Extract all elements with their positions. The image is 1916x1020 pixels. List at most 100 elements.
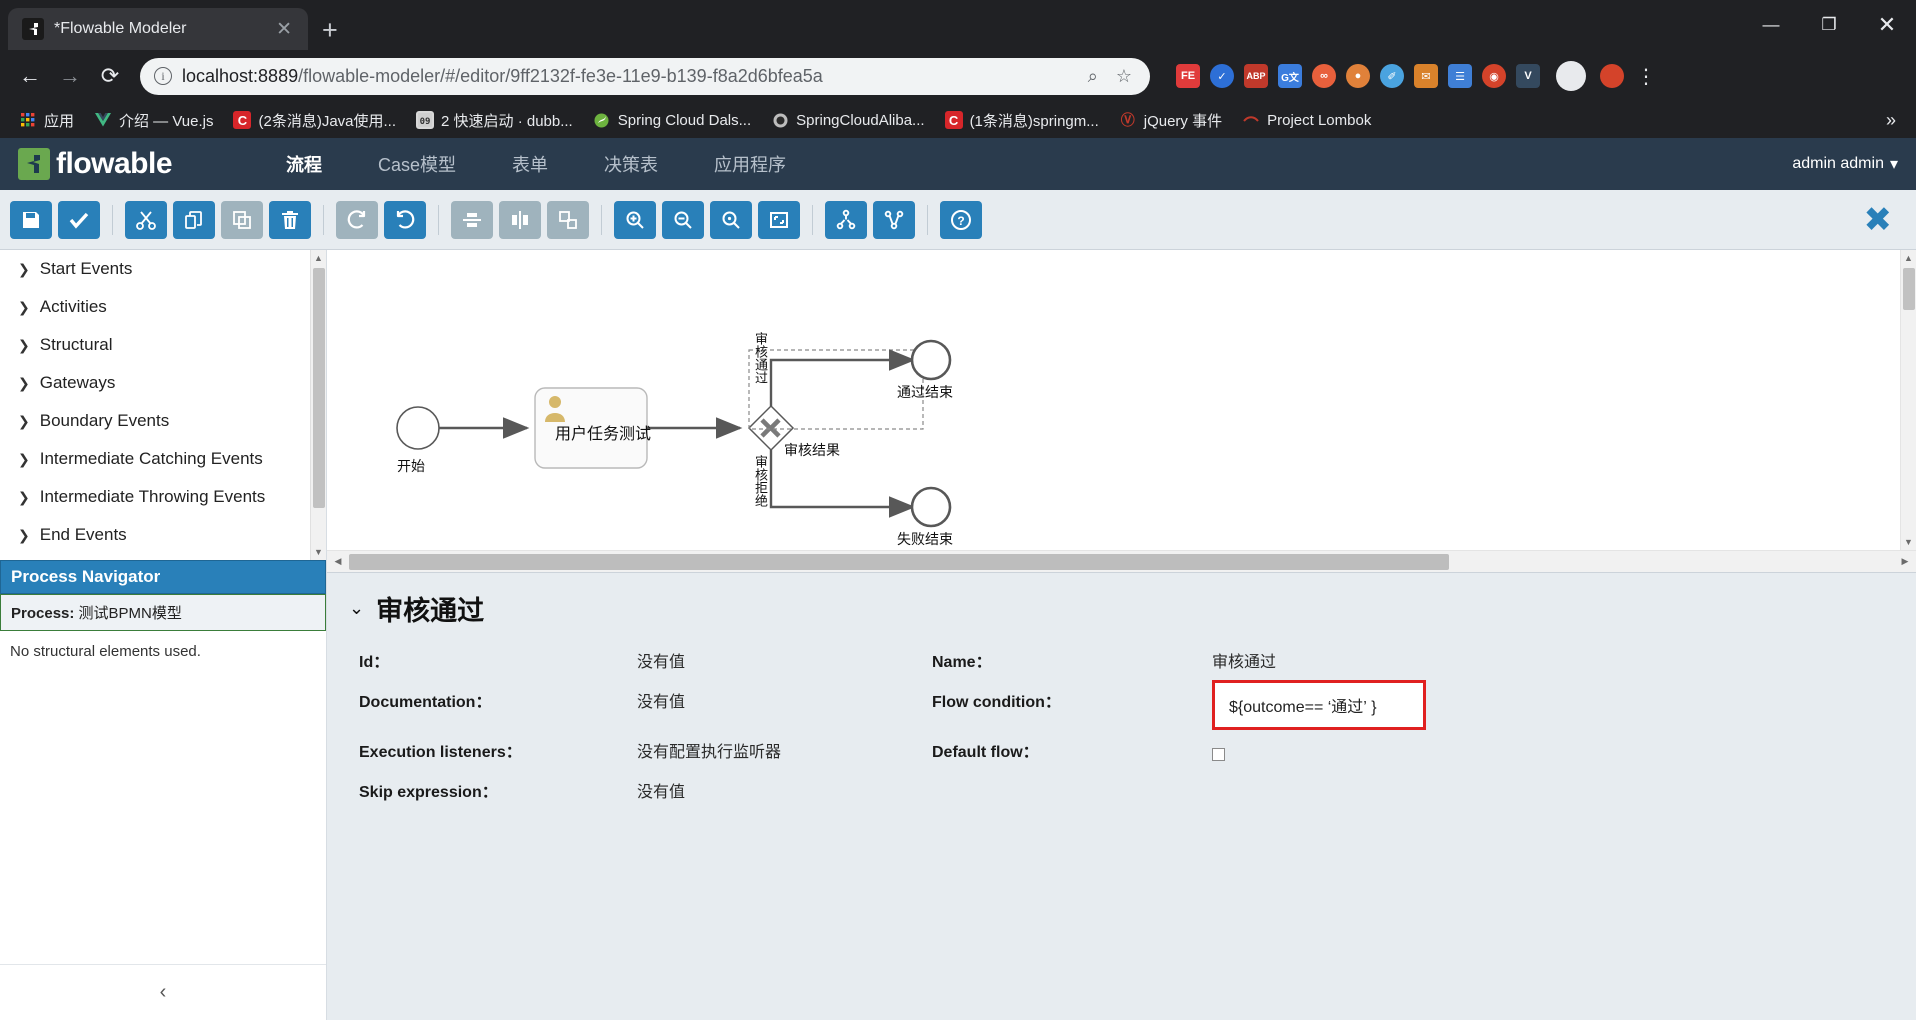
bendpoint-add-button[interactable] <box>825 201 867 239</box>
mail-extension-icon[interactable]: ✉ <box>1414 64 1438 88</box>
nav-item-forms[interactable]: 表单 <box>484 138 576 190</box>
chevron-right-icon: ❯ <box>18 375 30 392</box>
nav-item-processes[interactable]: 流程 <box>258 138 350 190</box>
pen-extension-icon[interactable]: ✐ <box>1380 64 1404 88</box>
scroll-up-icon[interactable]: ▲ <box>1901 250 1916 266</box>
palette-group-gateways[interactable]: ❯Gateways <box>0 364 326 402</box>
bendpoint-remove-button[interactable] <box>873 201 915 239</box>
property-value-id[interactable]: 没有值 <box>637 640 932 680</box>
palette-group-intermediate-throwing-events[interactable]: ❯Intermediate Throwing Events <box>0 478 326 516</box>
bookmark-dubbo[interactable]: 09 2 快速启动 · dubb... <box>407 106 582 135</box>
window-close-icon[interactable]: ✕ <box>1858 0 1916 50</box>
scroll-left-icon[interactable]: ◀ <box>327 556 349 567</box>
search-icon[interactable]: ⌕ <box>1084 66 1102 87</box>
scroll-up-icon[interactable]: ▲ <box>311 250 326 266</box>
canvas-horizontal-scrollbar[interactable]: ◀ ▶ <box>327 550 1916 572</box>
zoom-fit-button[interactable] <box>758 201 800 239</box>
bookmark-springcloudalibaba[interactable]: SpringCloudAliba... <box>762 107 933 133</box>
bookmark-label: (1条消息)springm... <box>970 110 1099 131</box>
close-icon[interactable]: ✕ <box>270 18 298 41</box>
scroll-down-icon[interactable]: ▼ <box>311 544 326 560</box>
v-extension-icon[interactable]: V <box>1516 64 1540 88</box>
bookmark-jquery[interactable]: Ⓥ jQuery 事件 <box>1110 106 1231 135</box>
flowable-app: flowable 流程 Case模型 表单 决策表 应用程序 admin adm… <box>0 138 1916 1020</box>
undo-button[interactable] <box>384 201 426 239</box>
process-name: 测试BPMN模型 <box>79 605 182 622</box>
forward-icon[interactable]: → <box>52 58 88 94</box>
bookmark-csdn-java[interactable]: C (2条消息)Java使用... <box>224 106 405 135</box>
bpmn-canvas[interactable]: 开始 用户任务测试 审核结果 通过结束 失败结束 审核通过 审核拒绝 <box>327 250 1900 550</box>
user-menu[interactable]: admin admin ▾ <box>1792 154 1898 174</box>
profile-avatar[interactable] <box>1556 61 1586 91</box>
fe-extension-icon[interactable]: FE <box>1176 64 1200 88</box>
zoom-actual-button[interactable] <box>710 201 752 239</box>
nav-item-decision-tables[interactable]: 决策表 <box>576 138 686 190</box>
scrollbar-thumb[interactable] <box>313 268 325 508</box>
palette-group-start-events[interactable]: ❯Start Events <box>0 250 326 288</box>
maximize-icon[interactable]: ❐ <box>1800 0 1858 50</box>
browser-menu-extension-icon[interactable] <box>1600 64 1624 88</box>
site-info-icon[interactable]: i <box>154 67 172 85</box>
scroll-down-icon[interactable]: ▼ <box>1901 534 1916 550</box>
property-value-skip-expression[interactable]: 没有值 <box>637 770 932 810</box>
minimize-icon[interactable]: — <box>1742 0 1800 50</box>
bookmark-apps[interactable]: 应用 <box>10 106 83 135</box>
scrollbar-thumb[interactable] <box>1903 268 1915 310</box>
pocket-extension-icon[interactable]: ☰ <box>1448 64 1472 88</box>
chevron-down-icon[interactable]: ⌄ <box>349 598 364 619</box>
collapse-panel-button[interactable]: ‹ <box>0 964 326 1020</box>
bookmark-vuejs[interactable]: 介绍 — Vue.js <box>85 106 222 135</box>
property-value-name[interactable]: 审核通过 <box>1212 640 1916 680</box>
infinity-extension-icon[interactable]: ∞ <box>1312 64 1336 88</box>
chevron-right-icon: ❯ <box>18 299 30 316</box>
copy-button[interactable] <box>173 201 215 239</box>
scrollbar-thumb[interactable] <box>349 554 1449 570</box>
bookmark-spring-cloud[interactable]: Spring Cloud Dals... <box>584 107 760 133</box>
palette-group-intermediate-catching-events[interactable]: ❯Intermediate Catching Events <box>0 440 326 478</box>
help-button[interactable]: ? <box>940 201 982 239</box>
bookmark-star-icon[interactable]: ☆ <box>1112 66 1136 87</box>
canvas-vertical-scrollbar[interactable]: ▲ ▼ <box>1900 250 1916 550</box>
browser-menu-icon[interactable]: ⋮ <box>1636 64 1656 89</box>
opera-extension-icon[interactable]: ◉ <box>1482 64 1506 88</box>
process-navigator-process[interactable]: Process: 测试BPMN模型 <box>0 594 326 631</box>
save-button[interactable] <box>10 201 52 239</box>
chevron-down-icon: ▾ <box>1890 154 1898 174</box>
reload-icon[interactable]: ⟳ <box>92 58 128 94</box>
scroll-right-icon[interactable]: ▶ <box>1894 556 1916 567</box>
zoom-out-button[interactable] <box>662 201 704 239</box>
bookmark-csdn-springm[interactable]: C (1条消息)springm... <box>936 106 1108 135</box>
bookmark-lombok[interactable]: Project Lombok <box>1233 107 1380 133</box>
palette-group-label: Intermediate Throwing Events <box>40 487 266 507</box>
adblock-plus-extension-icon[interactable]: ABP <box>1244 64 1268 88</box>
toolbar-divider <box>601 205 602 235</box>
scrollbar-track[interactable] <box>349 554 1894 570</box>
validate-button[interactable] <box>58 201 100 239</box>
palette-group-structural[interactable]: ❯Structural <box>0 326 326 364</box>
app-logo[interactable]: flowable <box>18 147 258 181</box>
property-value-execution-listeners[interactable]: 没有配置执行监听器 <box>637 730 932 770</box>
honey-extension-icon[interactable]: ● <box>1346 64 1370 88</box>
delete-button[interactable] <box>269 201 311 239</box>
zoom-in-button[interactable] <box>614 201 656 239</box>
nav-item-case-models[interactable]: Case模型 <box>350 138 484 190</box>
bookmarks-overflow-icon[interactable]: » <box>1876 110 1906 131</box>
close-editor-button[interactable]: ✖ <box>1864 203 1907 237</box>
new-tab-button[interactable]: + <box>322 17 338 44</box>
palette-group-boundary-events[interactable]: ❯Boundary Events <box>0 402 326 440</box>
browser-tab[interactable]: *Flowable Modeler ✕ <box>8 8 308 50</box>
address-bar[interactable]: i localhost:8889/flowable-modeler/#/edit… <box>140 58 1150 95</box>
cut-button[interactable] <box>125 201 167 239</box>
google-translate-extension-icon[interactable]: G文 <box>1278 64 1302 88</box>
apps-grid-icon <box>19 111 37 129</box>
back-icon[interactable]: ← <box>12 58 48 94</box>
properties-header[interactable]: ⌄ 审核通过 <box>327 573 1916 640</box>
property-value-documentation[interactable]: 没有值 <box>637 680 932 720</box>
check-extension-icon[interactable]: ✓ <box>1210 64 1234 88</box>
nav-item-apps[interactable]: 应用程序 <box>686 138 814 190</box>
palette-scrollbar[interactable]: ▲ ▼ <box>310 250 326 560</box>
default-flow-checkbox[interactable] <box>1212 748 1225 761</box>
property-value-flow-condition[interactable]: ${outcome== ‘通过’ } <box>1212 680 1426 730</box>
palette-group-end-events[interactable]: ❯End Events <box>0 516 326 554</box>
palette-group-activities[interactable]: ❯Activities <box>0 288 326 326</box>
